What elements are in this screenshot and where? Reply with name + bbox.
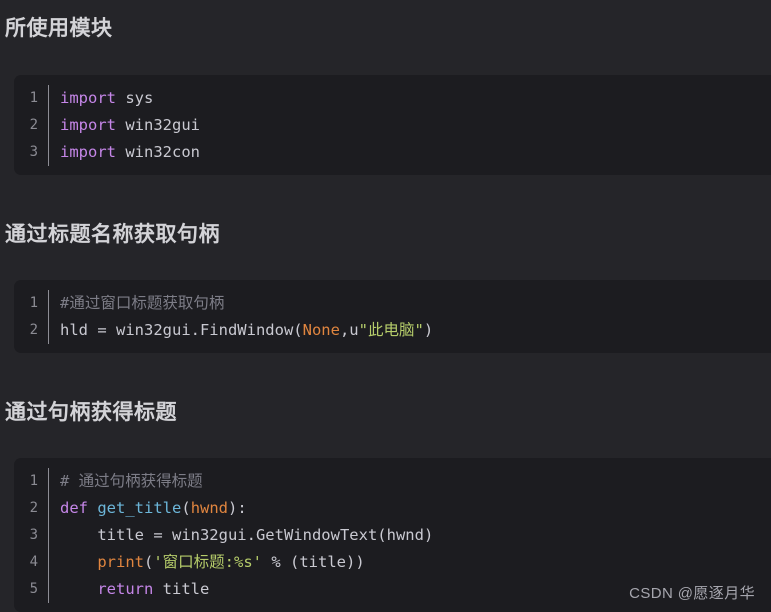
code-token: title = win32gui.GetWindowText(hwnd): [60, 526, 434, 544]
line-number: 5: [29, 581, 38, 597]
line-number: 2: [29, 322, 38, 338]
line-number: 4: [29, 554, 38, 570]
code-text: import win32con: [49, 139, 771, 166]
code-token: (: [181, 499, 191, 517]
code-line: 2 import win32gui: [14, 112, 771, 139]
code-line: 1 # 通过句柄获得标题: [14, 468, 771, 495]
line-number: 1: [29, 90, 38, 106]
code-block[interactable]: 1 import sys 2 import win32gui 3 import win32…: [14, 75, 771, 175]
line-number: 2: [29, 500, 38, 516]
code-token: sys: [116, 89, 154, 107]
code-text: def get_title(hwnd):: [49, 495, 771, 522]
code-line: 4 print('窗口标题:%s' % (title)): [14, 549, 771, 576]
code-token: import: [60, 89, 116, 107]
code-token: '窗口标题:%s': [153, 553, 263, 571]
code-text: import sys: [49, 85, 771, 112]
line-number: 3: [29, 144, 38, 160]
code-token: ):: [228, 499, 247, 517]
code-token: ,u: [339, 321, 359, 339]
code-token: % (title)): [262, 553, 365, 571]
line-number: 1: [29, 473, 38, 489]
line-number: 2: [29, 117, 38, 133]
code-token: import: [60, 143, 116, 161]
section-heading: 所使用模块: [5, 17, 113, 40]
code-token: "此电脑": [358, 321, 424, 339]
code-token: get_title: [97, 499, 182, 517]
code-token: hwnd: [190, 499, 229, 517]
code-block[interactable]: 1 #通过窗口标题获取句柄 2 hld = win32gui.FindWindow(N…: [14, 280, 771, 353]
code-line: 2 hld = win32gui.FindWindow(None,u"此电脑"): [14, 317, 771, 344]
code-text: import win32gui: [49, 112, 771, 139]
code-article-page: 所使用模块 1 import sys 2 import win32gui 3 import …: [0, 0, 771, 612]
code-line: 2 def get_title(hwnd):: [14, 495, 771, 522]
section-heading: 通过句柄获得标题: [5, 401, 177, 424]
code-line: 3 title = win32gui.GetWindowText(hwnd): [14, 522, 771, 549]
code-token: return: [97, 580, 154, 598]
code-token: None: [302, 321, 340, 339]
code-token: import: [60, 116, 116, 134]
csdn-watermark: CSDN @愿逐月华: [629, 585, 755, 602]
code-token: (: [144, 553, 154, 571]
code-text: print('窗口标题:%s' % (title)): [49, 549, 771, 576]
code-text: # 通过句柄获得标题: [49, 468, 771, 495]
code-line: 1 import sys: [14, 85, 771, 112]
line-number: 1: [29, 295, 38, 311]
code-token: win32gui: [116, 116, 200, 134]
code-line: 3 import win32con: [14, 139, 771, 166]
code-token: hld = win32gui.FindWindow(: [60, 321, 303, 339]
code-text: title = win32gui.GetWindowText(hwnd): [49, 522, 771, 549]
code-token: #通过窗口标题获取句柄: [60, 294, 225, 312]
code-line: 1 #通过窗口标题获取句柄: [14, 290, 771, 317]
code-token: def: [60, 499, 88, 517]
code-text: hld = win32gui.FindWindow(None,u"此电脑"): [49, 317, 771, 344]
code-token: # 通过句柄获得标题: [60, 472, 203, 490]
code-text: #通过窗口标题获取句柄: [49, 290, 771, 317]
code-token: title: [153, 580, 210, 598]
section-heading: 通过标题名称获取句柄: [5, 223, 220, 246]
code-token: print: [97, 553, 144, 571]
code-token: ): [423, 321, 434, 339]
line-number: 3: [29, 527, 38, 543]
code-token: win32con: [116, 143, 200, 161]
